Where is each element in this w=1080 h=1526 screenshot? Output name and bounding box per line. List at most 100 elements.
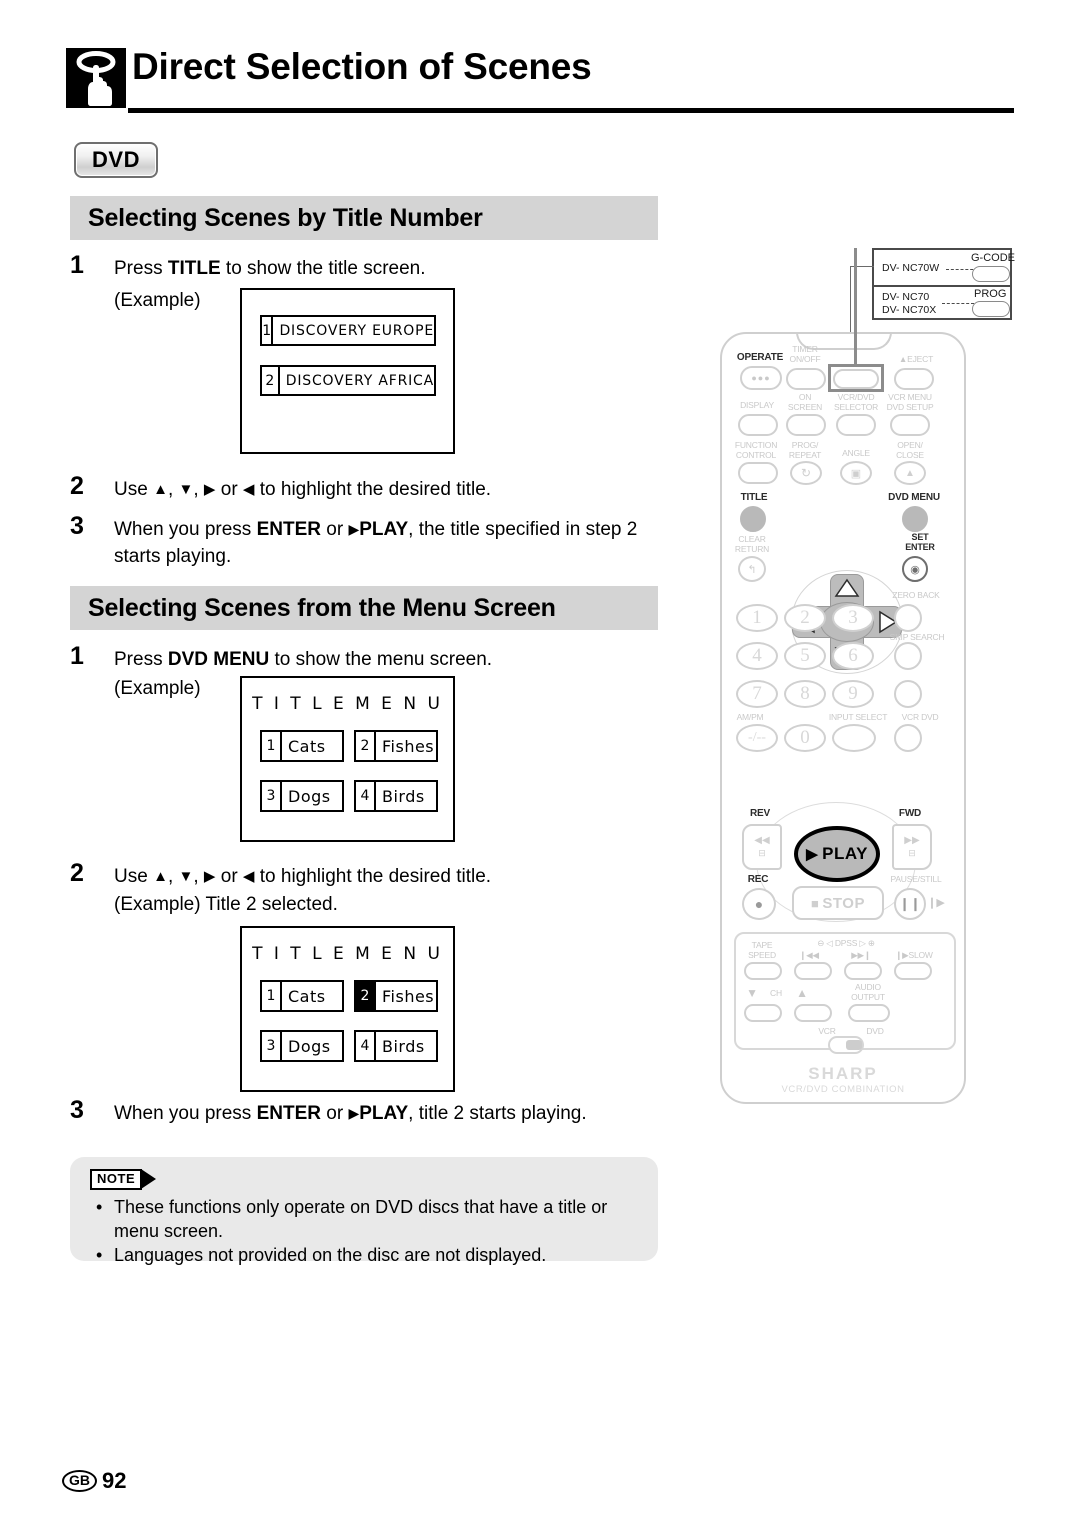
ch-up-button[interactable] <box>794 1004 832 1022</box>
example-label: (Example) Title 2 selected. <box>114 894 338 915</box>
rev-label: REV <box>750 808 770 819</box>
right-arrow-icon: ▶ <box>203 481 216 498</box>
sep: , <box>193 479 204 500</box>
gcode-button[interactable] <box>972 266 1010 282</box>
number-label-9: 9 <box>848 683 858 704</box>
dash-label: -/-- <box>748 730 766 745</box>
note-arrow-icon <box>141 1169 157 1189</box>
menu-item-text: Birds <box>382 1036 425 1056</box>
pause-still-label: PAUSE/STILL <box>890 874 942 884</box>
title-button-label: TITLE <box>740 492 768 503</box>
or-text: or <box>320 519 349 540</box>
example-label-2: (Example) <box>114 678 201 700</box>
operate-button[interactable]: ●●● <box>740 366 782 390</box>
menu-item: 4 Birds <box>354 1030 438 1062</box>
input-select-button[interactable] <box>832 724 876 752</box>
open-close-label: OPEN/CLOSE <box>896 440 924 460</box>
step-text: Press DVD MENU to show the menu screen. <box>114 646 492 673</box>
pause-still-button[interactable]: ❙❙ <box>894 888 926 920</box>
title-row-number: 1 <box>262 317 274 344</box>
set-enter-label: SET ENTER <box>905 532 935 552</box>
audio-output-button[interactable] <box>848 1004 890 1022</box>
hand-press-button-icon <box>66 48 126 108</box>
note-list-item: Languages not provided on the disc are n… <box>92 1243 637 1267</box>
or-text: or <box>215 479 243 500</box>
skip-back-button[interactable] <box>794 962 832 980</box>
prog-button[interactable] <box>972 301 1010 317</box>
frame-advance-icon: ❙▶ <box>927 897 945 909</box>
note-panel: NOTE These functions only operate on DVD… <box>70 1157 658 1267</box>
timer-on-off-label: TIMER ON/OFF <box>789 344 821 364</box>
on-screen-label: ON SCREEN <box>787 392 823 412</box>
remote-control-illustration: DV- NC70W G-CODE DV- NC70 DV- NC70X PROG… <box>700 240 1030 1120</box>
eject-button[interactable] <box>894 368 934 390</box>
step-text-post: , title 2 starts playing. <box>408 1103 587 1124</box>
slow-text: SLOW <box>908 950 933 960</box>
fwd-button[interactable]: ▶▶ ⊟ <box>892 824 932 870</box>
rev-button[interactable]: ◀◀ ⊟ <box>742 824 782 870</box>
section-heading-label: Selecting Scenes from the Menu Screen <box>88 593 556 622</box>
menu-item-text: Fishes <box>382 736 435 756</box>
example-label-1: (Example) <box>114 290 201 312</box>
skip-back-icon: ❙◀◀ <box>799 950 819 960</box>
number-label-8: 8 <box>800 683 810 704</box>
audio-output-label: AUDIO OUTPUT <box>851 982 885 1002</box>
ch-down-button[interactable] <box>744 1004 782 1022</box>
rec-label: REC <box>747 874 769 885</box>
menu-screen-heading: T I T L E M E N U <box>252 944 443 964</box>
timer-on-off-button[interactable] <box>786 368 826 390</box>
menu-item: 4 Birds <box>354 780 438 812</box>
step-number: 3 <box>70 512 84 540</box>
skip-fwd-icon: ▶▶❙ <box>851 950 871 960</box>
model-label-nc70: DV- NC70 <box>882 291 930 303</box>
menu-item-text: Dogs <box>288 786 331 806</box>
display-button[interactable] <box>738 414 778 436</box>
am-pm-label: AM/PM <box>736 712 764 722</box>
clear-return-button[interactable]: ↰ <box>738 556 766 582</box>
skip-fwd-button[interactable] <box>844 962 882 980</box>
function-control-button[interactable] <box>738 462 778 484</box>
step-number: 2 <box>70 472 84 500</box>
open-close-button[interactable]: ▲ <box>894 461 926 485</box>
prog-repeat-label: PROG/REPEAT <box>788 440 822 460</box>
play-arrow-icon: ▶ <box>348 1105 360 1121</box>
play-button[interactable]: ▶ PLAY <box>794 826 880 882</box>
vcr-menu-dvd-setup-button[interactable] <box>890 414 930 436</box>
dvd-switch-label: DVD <box>866 1026 884 1036</box>
rec-button[interactable]: ● <box>742 888 776 920</box>
vcr-dvd-selector-button[interactable] <box>833 369 879 389</box>
on-screen-button[interactable] <box>786 414 826 436</box>
gcode-button-label: G-CODE <box>971 252 1015 264</box>
skip-search-button[interactable] <box>894 642 922 670</box>
vcr-dvd-switch[interactable] <box>828 1036 864 1054</box>
selector-secondary-button[interactable] <box>836 414 876 436</box>
stop-button[interactable]: ■ STOP <box>792 886 884 920</box>
vcr-dvd-button[interactable] <box>894 724 922 752</box>
menu-item-text: Fishes <box>382 986 435 1006</box>
model-label-ncw70w: DV- NC70W <box>882 262 940 274</box>
zero-back-label: ZERO BACK <box>892 590 940 600</box>
prog-button-label: PROG <box>974 288 1007 300</box>
slow-button[interactable] <box>894 962 932 980</box>
section-heading-title-number: Selecting Scenes by Title Number <box>70 196 658 240</box>
menu-screen-heading: T I T L E M E N U <box>252 694 443 714</box>
angle-button[interactable]: ▣ <box>840 461 872 485</box>
aux-round-button[interactable] <box>894 680 922 708</box>
step-text: Press TITLE to show the title screen. <box>114 255 426 282</box>
remote-bottom-panel: TAPESPEED ⊖ ◁ DPSS ▷ ⊕ ❙◀◀ SKIP ▶▶❙ ❙▶SL… <box>734 932 956 1054</box>
step-text-pre: When you press <box>114 519 257 540</box>
menu-item: 3 Dogs <box>260 780 344 812</box>
dvd-menu-button[interactable] <box>902 506 928 532</box>
title-button[interactable] <box>740 506 766 532</box>
vcr-dvd-label: VCR DVD <box>901 712 939 722</box>
prog-repeat-button[interactable]: ↻ <box>790 461 822 485</box>
zero-back-button[interactable] <box>894 604 922 632</box>
vcr-dvd-switch-knob[interactable] <box>846 1040 862 1050</box>
number-label-1: 1 <box>752 607 762 628</box>
vcr-dvd-selector-label: VCR/DVD SELECTOR <box>834 392 879 412</box>
dvd-badge-label: DVD <box>92 147 140 172</box>
down-arrow-icon: ▼ <box>178 481 194 498</box>
menu-screen-example-2: T I T L E M E N U 1 Cats 2 Fishes 3 Dogs… <box>240 926 455 1092</box>
play-arrow-icon: ▶ <box>348 521 360 537</box>
tape-speed-button[interactable] <box>744 962 782 980</box>
